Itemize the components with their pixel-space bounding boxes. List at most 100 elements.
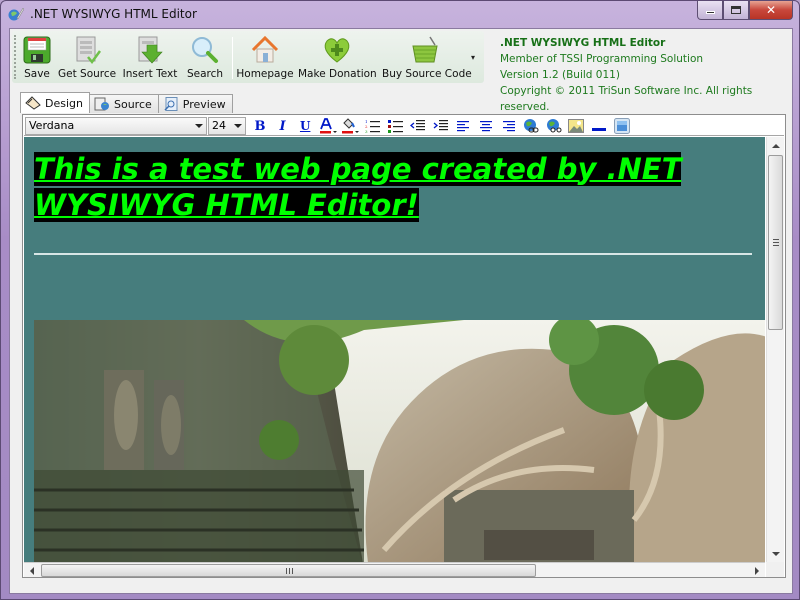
grip-icon [286,568,287,574]
italic-icon: I [279,118,286,134]
app-window: .NET WYSIWYG HTML Editor ✕ Save Get Sour… [0,0,800,600]
close-button[interactable]: ✕ [749,1,793,20]
underline-icon: U [299,119,311,133]
window-title: .NET WYSIWYG HTML Editor [30,7,197,21]
design-document-area[interactable]: This is a test web page created by .NET … [24,137,765,562]
app-logo-icon [8,7,24,21]
document-check-icon [76,36,102,65]
homepage-button[interactable]: Homepage [236,33,294,81]
indent-button[interactable] [431,117,451,135]
heart-plus-icon [324,38,350,63]
insert-table-button[interactable] [612,117,632,135]
arrow-left-icon [30,566,34,575]
scroll-left-button[interactable] [24,563,40,578]
align-center-button[interactable] [476,117,496,135]
tab-design[interactable]: Design [20,92,90,113]
outdent-button[interactable] [408,117,428,135]
unordered-list-icon [387,120,403,133]
bold-button[interactable]: B [250,117,270,135]
grip-line [773,245,779,246]
make-donation-button[interactable]: Make Donation [298,33,377,81]
about-version: Version 1.2 (Build 011) [500,69,620,81]
make-donation-label: Make Donation [298,68,377,80]
document-heading[interactable]: This is a test web page created by .NET … [34,151,765,223]
document-heading-block: This is a test web page created by .NET … [34,151,765,223]
bold-icon: B [254,118,266,134]
house-icon [251,35,279,63]
about-panel: .NET WYSIWYG HTML Editor Member of TSSI … [500,35,792,115]
tab-source[interactable]: Source [88,94,159,113]
paint-bucket-icon [342,118,360,134]
editor-panel: Verdana 24 B I U 1 2 3 This is a test we… [22,114,786,578]
vertical-scrollbar[interactable] [766,137,784,562]
toolbar-overflow-icon[interactable]: ▾ [471,53,481,63]
search-button[interactable]: Search [184,33,226,81]
minimize-button[interactable] [697,1,723,20]
tab-preview[interactable]: Preview [157,94,233,113]
save-button[interactable]: Save [20,33,54,81]
maximize-icon [731,6,741,14]
svg-text:3: 3 [365,129,368,133]
font-color-button[interactable] [318,117,338,135]
scroll-down-button[interactable] [767,545,784,562]
vertical-scroll-thumb[interactable] [768,155,783,330]
arrow-up-icon [771,143,780,148]
document-arrow-down-icon [138,36,163,64]
indent-icon [433,120,448,131]
source-icon [94,97,109,111]
insert-text-button[interactable]: Insert Text [120,33,180,81]
remove-link-button[interactable] [544,117,564,135]
ordered-list-button[interactable]: 123 [363,117,383,135]
scrollbar-corner [766,562,784,577]
chevron-down-icon [234,124,242,128]
outdent-icon [410,120,426,131]
about-title: .NET WYSIWYG HTML Editor [500,37,666,49]
scroll-right-button[interactable] [749,563,765,578]
homepage-label: Homepage [236,68,294,80]
horizontal-rule [34,253,752,255]
highlight-color-button[interactable] [340,117,360,135]
minimize-icon [705,11,715,14]
grip-line [289,568,290,574]
font-size-value: 24 [212,119,226,132]
font-family-value: Verdana [29,119,75,132]
tab-source-label: Source [113,97,152,111]
temple-ruins-image[interactable] [34,320,765,562]
unordered-list-button[interactable] [386,117,406,135]
align-right-icon [502,121,515,132]
horizontal-scrollbar[interactable] [24,562,765,577]
insert-image-button[interactable] [566,117,586,135]
toolbar-grip[interactable] [14,35,17,79]
ordered-list-icon: 123 [365,119,380,133]
grip-line [292,568,293,574]
insert-image-icon [568,119,585,133]
toolbar-separator [232,37,233,79]
insert-table-icon [613,118,630,134]
horizontal-scroll-thumb[interactable] [41,564,536,577]
underline-button[interactable]: U [295,117,315,135]
align-left-button[interactable] [453,117,473,135]
font-size-select[interactable]: 24 [208,117,246,135]
font-family-select[interactable]: Verdana [25,117,207,135]
buy-source-code-button[interactable]: Buy Source Code [382,33,472,81]
grip-line [773,242,779,243]
shopping-basket-icon [412,36,438,63]
window-controls: ✕ [697,1,793,20]
insert-text-label: Insert Text [122,68,178,80]
italic-button[interactable]: I [273,117,293,135]
buy-source-code-label: Buy Source Code [382,68,472,80]
get-source-button[interactable]: Get Source [58,33,116,81]
grip-icon [773,239,779,240]
format-toolbar: Verdana 24 B I U 1 2 3 [24,116,784,136]
view-tabs: Design Source Preview [20,92,233,113]
title-bar[interactable]: .NET WYSIWYG HTML Editor ✕ [1,1,799,27]
arrow-right-icon [755,566,759,575]
align-right-button[interactable] [499,117,519,135]
insert-link-button[interactable] [521,117,541,135]
scroll-up-button[interactable] [767,137,784,154]
maximize-button[interactable] [723,1,749,20]
get-source-label: Get Source [58,68,117,80]
preview-icon [164,97,178,111]
horizontal-rule-button[interactable] [589,117,609,135]
save-label: Save [24,68,50,80]
